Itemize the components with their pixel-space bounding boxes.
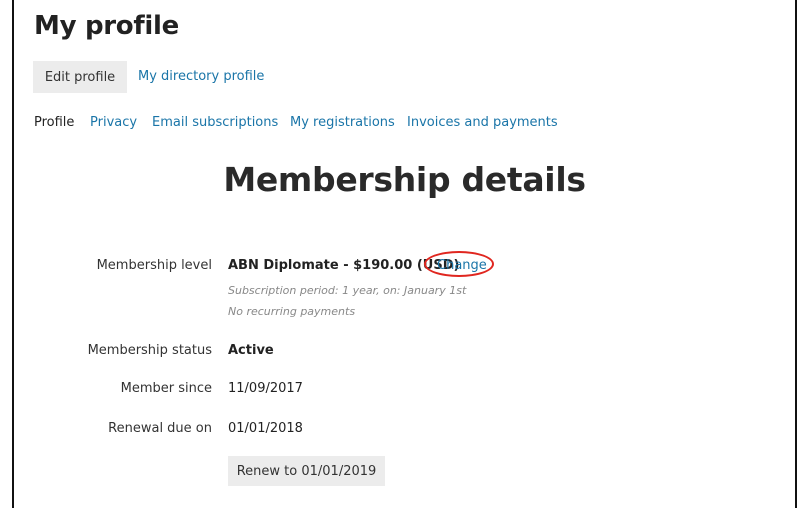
tab-email-subscriptions[interactable]: Email subscriptions [152,115,278,130]
membership-status-value: Active [228,343,274,358]
membership-level-label: Membership level [96,258,212,273]
subscription-period-note: Subscription period: 1 year, on: January… [228,284,467,297]
renew-membership-button[interactable]: Renew to 01/01/2019 [228,456,385,486]
member-since-value: 11/09/2017 [228,381,303,396]
tab-my-registrations[interactable]: My registrations [290,115,395,130]
tab-invoices-and-payments[interactable]: Invoices and payments [407,115,558,130]
directory-profile-link[interactable]: My directory profile [138,69,264,84]
member-since-label: Member since [120,381,212,396]
membership-details-heading: Membership details [223,160,586,199]
renewal-due-value: 01/01/2018 [228,421,303,436]
membership-status-label: Membership status [87,343,212,358]
tab-privacy[interactable]: Privacy [90,115,137,130]
highlight-circle [424,251,494,277]
edit-profile-button[interactable]: Edit profile [33,61,127,93]
page-title: My profile [34,11,179,41]
recurring-payments-note: No recurring payments [228,305,356,318]
tab-profile[interactable]: Profile [34,115,74,130]
renewal-due-label: Renewal due on [108,421,212,436]
